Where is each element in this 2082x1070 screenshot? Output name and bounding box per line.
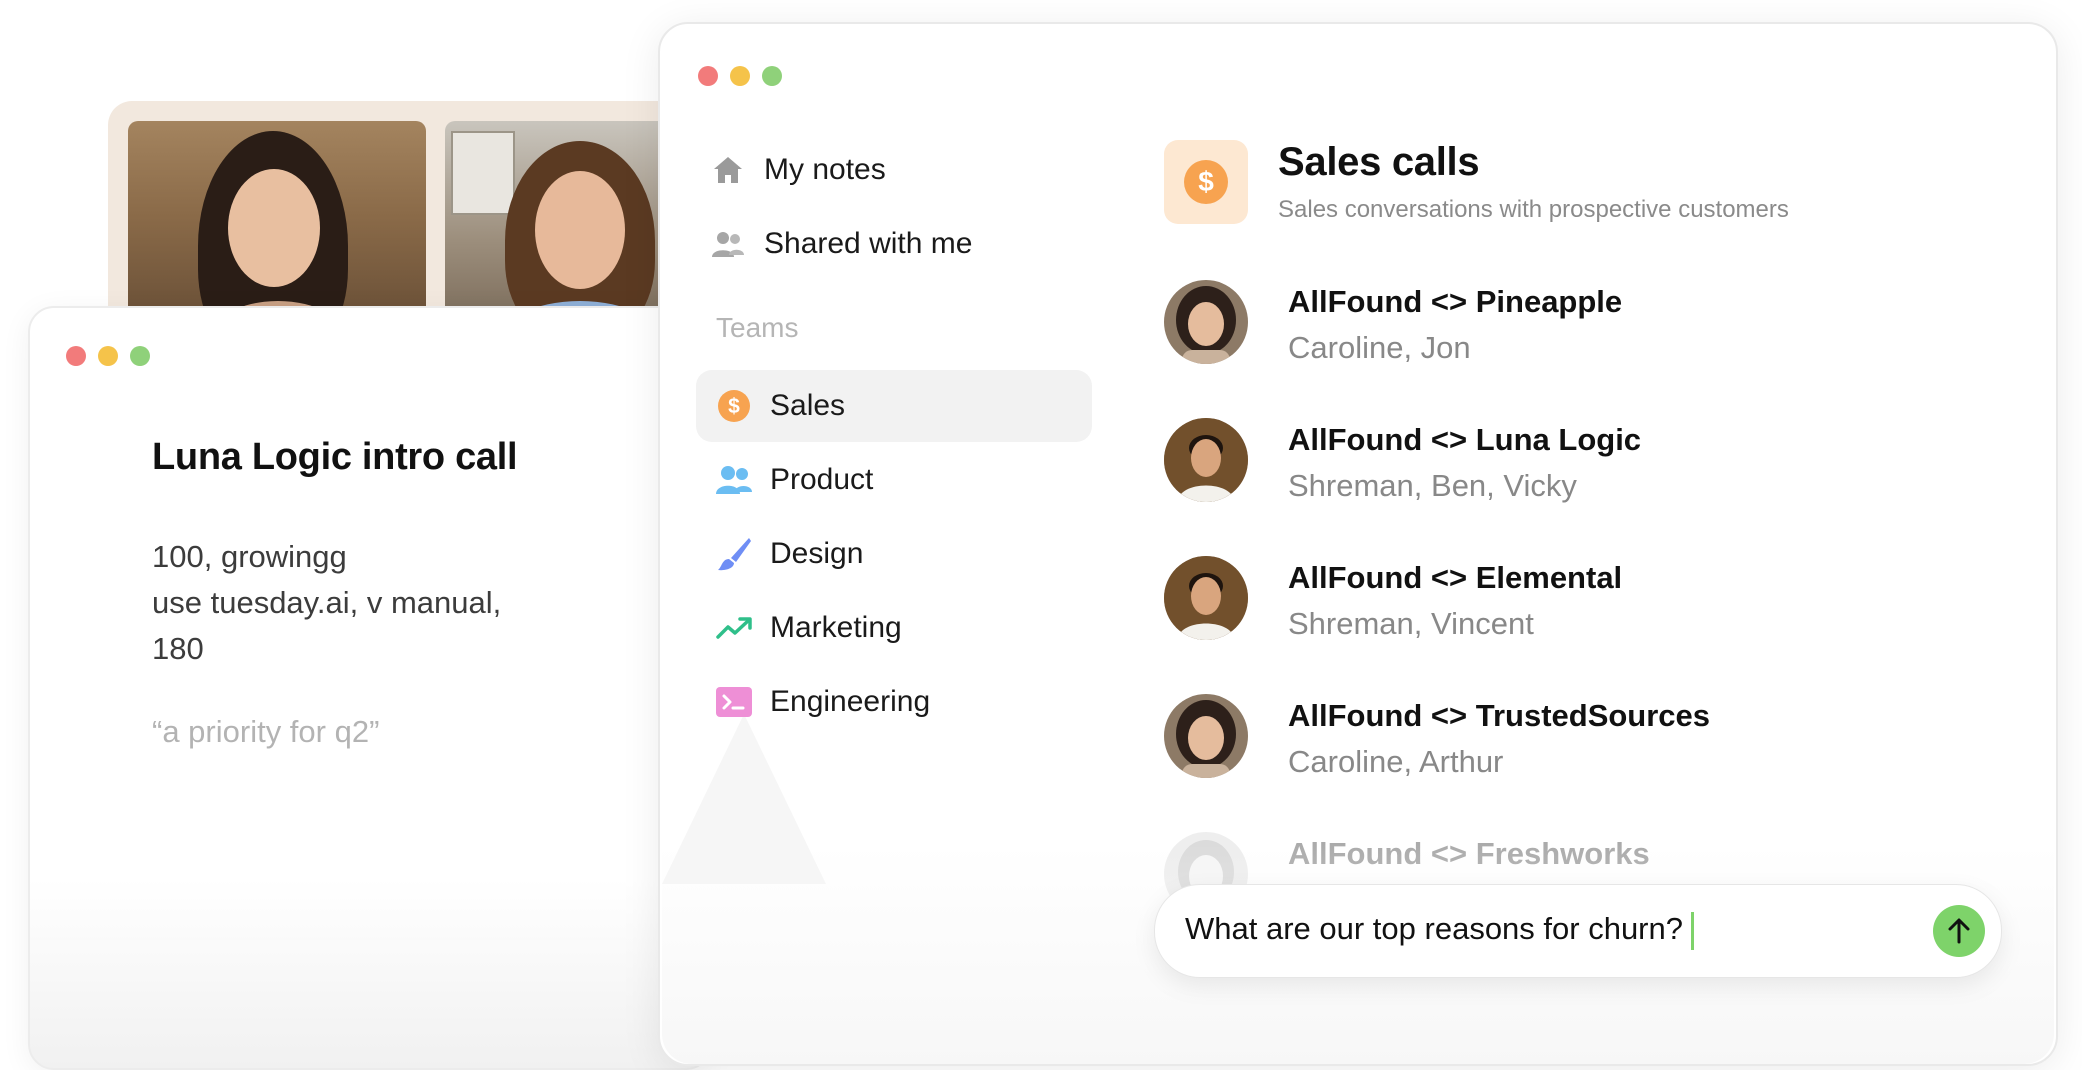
call-participants: Caroline, Arthur xyxy=(1288,744,1504,779)
sidebar-item-my-notes[interactable]: My notes xyxy=(696,134,1092,206)
avatar xyxy=(1164,280,1248,364)
chat-input-value: What are our top reasons for churn? xyxy=(1185,911,1683,946)
avatar xyxy=(1164,694,1248,778)
note-title: Luna Logic intro call xyxy=(152,436,518,478)
minimize-window-button[interactable] xyxy=(730,66,750,86)
avatar xyxy=(1164,418,1248,502)
terminal-icon xyxy=(716,684,752,720)
sidebar-item-shared-with-me[interactable]: Shared with me xyxy=(696,208,1092,280)
chat-input[interactable]: What are our top reasons for churn? xyxy=(1185,911,1694,950)
sidebar-item-label: Shared with me xyxy=(764,227,973,260)
dollar-icon: $ xyxy=(716,388,752,424)
page-subtitle: Sales conversations with prospective cus… xyxy=(1278,196,1789,223)
note-window: Luna Logic intro call 100, growingg use … xyxy=(28,306,712,1070)
call-participants: Caroline, Jon xyxy=(1288,330,1471,365)
window-controls xyxy=(66,346,150,366)
paintbrush-icon xyxy=(716,536,752,572)
sidebar-item-marketing[interactable]: Marketing xyxy=(696,592,1092,664)
call-title: AllFound <> TrustedSources xyxy=(1288,698,1711,733)
minimize-window-button[interactable] xyxy=(98,346,118,366)
window-controls xyxy=(698,66,782,86)
people-icon xyxy=(716,462,752,498)
note-body[interactable]: 100, growingg use tuesday.ai, v manual, … xyxy=(152,534,572,672)
sales-header-icon: $ xyxy=(1164,140,1248,224)
close-window-button[interactable] xyxy=(66,346,86,366)
note-line: 180 xyxy=(152,631,204,666)
sidebar-item-design[interactable]: Design xyxy=(696,518,1092,590)
list-item[interactable]: AllFound <> Elemental Shreman, Vincent xyxy=(1164,556,1984,646)
sidebar-section-teams: Teams xyxy=(716,312,799,343)
trend-up-icon xyxy=(716,610,752,646)
close-window-button[interactable] xyxy=(698,66,718,86)
call-title: AllFound <> Pineapple xyxy=(1288,284,1623,319)
list-item[interactable]: AllFound <> TrustedSources Caroline, Art… xyxy=(1164,694,1984,784)
send-button[interactable] xyxy=(1933,905,1985,957)
maximize-window-button[interactable] xyxy=(130,346,150,366)
note-line: use tuesday.ai, v manual, xyxy=(152,585,502,620)
note-quote: “a priority for q2” xyxy=(152,714,380,749)
people-icon xyxy=(710,226,746,262)
call-title: AllFound <> Elemental xyxy=(1288,560,1623,595)
call-participants: Shreman, Vincent xyxy=(1288,606,1534,641)
maximize-window-button[interactable] xyxy=(762,66,782,86)
note-line: 100, growingg xyxy=(152,539,347,574)
avatar xyxy=(1164,556,1248,640)
svg-text:$: $ xyxy=(728,395,740,418)
page-title: Sales calls xyxy=(1278,140,1480,184)
arrow-up-icon xyxy=(1948,918,1970,944)
list-item[interactable]: AllFound <> Pineapple Caroline, Jon xyxy=(1164,280,1984,370)
sidebar-item-label: Design xyxy=(770,537,864,570)
app-window: My notes Shared with me Teams $ Sales Pr… xyxy=(658,22,2058,1066)
call-title: AllFound <> Luna Logic xyxy=(1288,422,1642,457)
sidebar-item-label: My notes xyxy=(764,153,886,186)
svg-text:$: $ xyxy=(1198,166,1214,197)
sidebar-item-label: Sales xyxy=(770,389,846,422)
sidebar-item-label: Product xyxy=(770,463,874,496)
sidebar-item-product[interactable]: Product xyxy=(696,444,1092,516)
chat-input-bar[interactable]: What are our top reasons for churn? xyxy=(1154,884,2002,978)
sidebar-item-engineering[interactable]: Engineering xyxy=(696,666,1092,738)
sidebar-item-label: Engineering xyxy=(770,685,931,718)
list-item[interactable]: AllFound <> Luna Logic Shreman, Ben, Vic… xyxy=(1164,418,1984,508)
sidebar-item-label: Marketing xyxy=(770,611,902,644)
text-caret xyxy=(1690,911,1694,950)
call-participants: Shreman, Ben, Vicky xyxy=(1288,468,1577,503)
sidebar-item-sales[interactable]: $ Sales xyxy=(696,370,1092,442)
home-icon xyxy=(710,152,746,188)
